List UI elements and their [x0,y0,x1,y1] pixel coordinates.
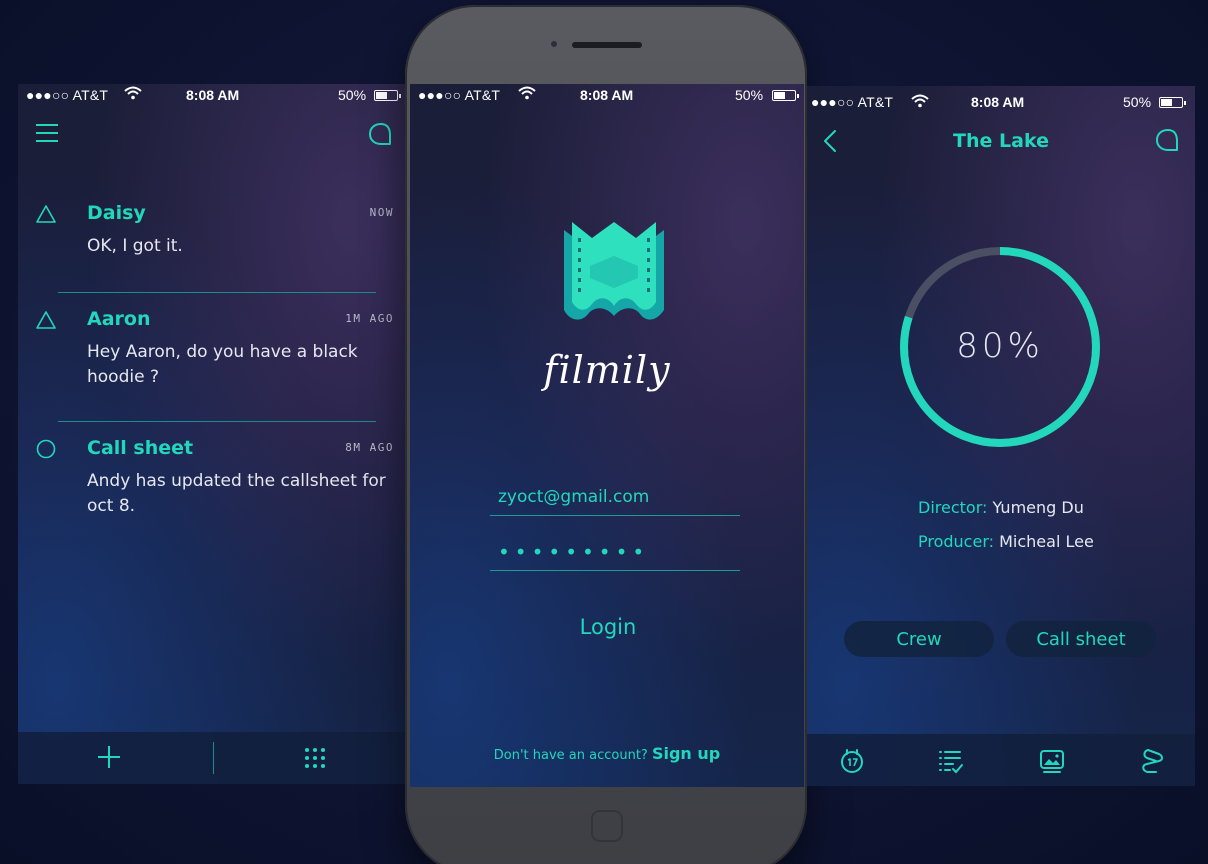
message-item[interactable]: Aaron 1M AGO Hey Aaron, do you have a bl… [36,308,396,398]
message-time: NOW [369,206,394,219]
carrier-label: ●●●○○ AT&T [418,87,501,103]
message-time: 1M AGO [345,312,394,325]
triangle-icon [36,205,56,223]
call-sheet-button[interactable]: Call sheet [1006,621,1156,657]
chat-icon[interactable] [1155,128,1181,154]
message-sender: Call sheet [87,437,194,459]
battery-label: 50% [1123,94,1152,110]
message-text: Andy has updated the callsheet for oct 8… [87,471,386,516]
signup-link[interactable]: Sign up [652,744,720,763]
login-screen: ●●●○○ AT&T 8:08 AM 50% filmily Login Don… [410,84,804,787]
grid-icon[interactable] [305,748,325,768]
progress-label: 80% [956,326,1044,366]
time-label: 8:08 AM [186,87,240,103]
password-field[interactable] [490,533,740,571]
gallery-icon[interactable] [1039,748,1065,774]
message-sender: Daisy [87,202,146,224]
wifi-icon [124,86,142,100]
message-text: OK, I got it. [87,236,183,256]
divider [58,421,376,422]
crew-button[interactable]: Crew [844,621,994,657]
wifi-icon [911,94,929,108]
carrier-label: ●●●○○ AT&T [811,94,894,110]
message-sender: Aaron [87,308,151,330]
script-icon[interactable] [1139,748,1165,774]
brand-name: filmily [543,348,671,392]
battery-label: 50% [338,87,367,103]
battery-label: 50% [735,87,764,103]
director-label: Director: [918,498,988,517]
wifi-icon [518,86,536,100]
status-bar: ●●●○○ AT&T 8:08 AM 50% [18,84,408,106]
filmily-logo-icon [564,222,664,320]
messages-screen: ●●●○○ AT&T 8:08 AM 50% Daisy NOW OK, I g… [18,84,408,784]
bottom-toolbar [18,732,408,784]
director-credit: Director: Yumeng Du [807,498,1195,517]
status-bar: ●●●○○ AT&T 8:08 AM 50% [807,86,1195,110]
speaker-grille [572,42,642,48]
carrier-label: ●●●○○ AT&T [26,87,109,103]
time-label: 8:08 AM [580,87,634,103]
producer-credit: Producer: Micheal Lee [807,532,1195,551]
menu-icon[interactable] [36,124,58,142]
divider [213,742,214,774]
home-button[interactable] [591,810,623,842]
chat-icon[interactable] [368,122,394,148]
producer-name: Micheal Lee [999,532,1094,551]
signup-row: Don't have an account? Sign up [410,744,804,763]
battery-icon [772,90,799,101]
message-text: Hey Aaron, do you have a black hoodie ? [87,342,358,387]
time-label: 8:08 AM [971,94,1025,110]
email-field[interactable] [490,478,740,516]
checklist-icon[interactable] [938,748,964,774]
calendar-icon[interactable] [839,748,865,774]
project-screen: ●●●○○ AT&T 8:08 AM 50% The Lake 80% Dire… [807,86,1195,786]
message-item[interactable]: Daisy NOW OK, I got it. [36,202,396,262]
signup-prompt: Don't have an account? [493,748,648,763]
login-button[interactable]: Login [540,610,676,644]
triangle-icon [36,311,56,329]
camera-icon [551,41,557,47]
divider [58,292,376,293]
battery-icon [1159,97,1186,108]
page-title: The Lake [953,130,1049,152]
battery-icon [374,90,401,101]
circle-icon [36,439,56,459]
director-name: Yumeng Du [992,498,1084,517]
status-bar: ●●●○○ AT&T 8:08 AM 50% [410,84,804,106]
producer-label: Producer: [918,532,995,551]
message-item[interactable]: Call sheet 8M AGO Andy has updated the c… [36,437,396,527]
add-icon[interactable] [96,744,122,770]
message-time: 8M AGO [345,441,394,454]
bottom-tab-bar [807,734,1195,786]
